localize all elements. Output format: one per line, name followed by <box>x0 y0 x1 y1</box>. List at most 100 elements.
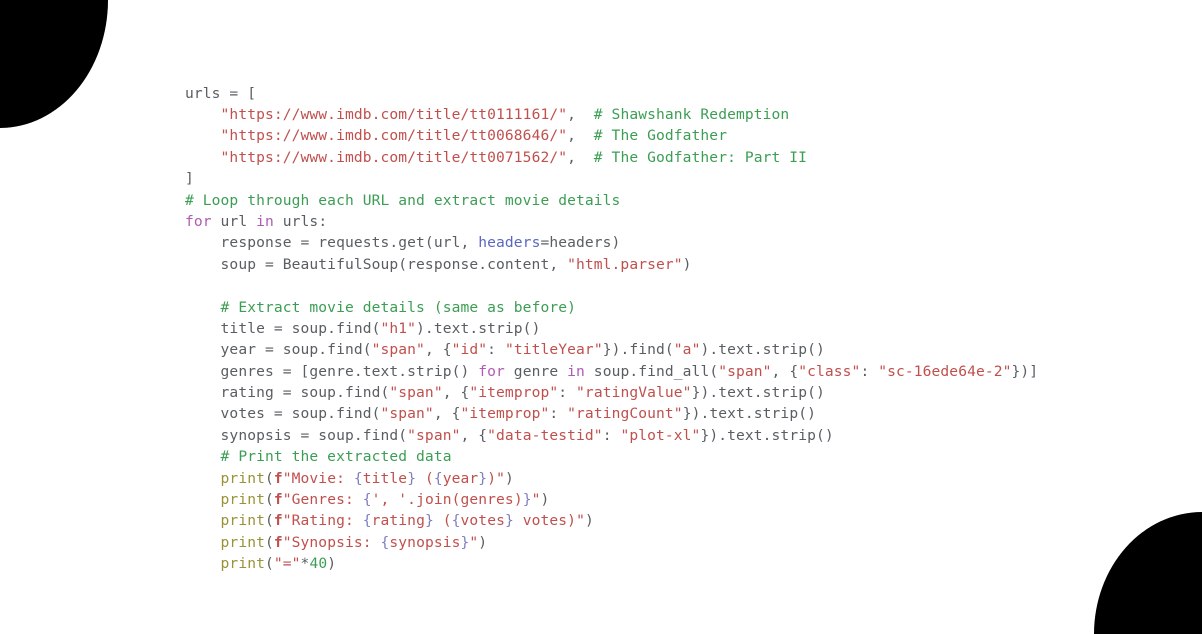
code-token-string: rating <box>371 512 425 530</box>
code-line: for url in urls: <box>185 211 1038 232</box>
code-token-brace: } <box>504 512 514 530</box>
code-token-comment: # Shawshank Redemption <box>593 105 790 123</box>
code-token-string: "titleYear" <box>504 341 603 359</box>
code-token-builtin: print <box>220 491 265 509</box>
code-token-string: "html.parser" <box>567 255 683 273</box>
code-token-plain: ) <box>584 512 594 530</box>
code-token-brace: } <box>407 469 417 487</box>
code-token-plain: })] <box>1011 362 1039 380</box>
code-line: "https://www.imdb.com/title/tt0111161/",… <box>185 104 1038 125</box>
code-token-brace: { <box>362 512 372 530</box>
code-line: urls = [ <box>185 83 1038 104</box>
code-token-string: " <box>531 491 541 509</box>
code-token-string: year <box>442 469 479 487</box>
code-token-plain: synopsis = soup.find( <box>185 426 408 444</box>
code-token-string: "sc-16ede64e-2" <box>878 362 1012 380</box>
code-token-plain: ( <box>264 469 274 487</box>
code-token-fprefix: f <box>273 469 283 487</box>
code-snippet-card: urls = [ "https://www.imdb.com/title/tt0… <box>0 0 1202 634</box>
code-token-plain: ).text.strip() <box>416 319 541 337</box>
code-token-string: "class" <box>798 362 861 380</box>
code-token-plain: =headers) <box>540 234 621 252</box>
code-token-builtin: print <box>220 469 265 487</box>
code-token-string: "span" <box>718 362 772 380</box>
code-token-string: "ratingCount" <box>567 405 683 423</box>
code-token-string: "a" <box>673 341 701 359</box>
code-token-plain: : <box>860 362 879 380</box>
code-token-string: "Rating: <box>282 512 363 530</box>
code-token-plain: }).find( <box>602 341 674 359</box>
code-token-fprefix: f <box>273 512 283 530</box>
code-token-comment: # The Godfather: Part II <box>593 148 808 166</box>
code-line: soup = BeautifulSoup(response.content, "… <box>185 254 1038 275</box>
code-token-comment: # The Godfather <box>593 127 728 145</box>
code-token-brace: } <box>478 469 488 487</box>
code-token-brace: { <box>451 512 461 530</box>
code-token-plain: , <box>567 148 594 166</box>
code-token-plain: : <box>487 341 505 359</box>
code-line: # Extract movie details (same as before) <box>185 297 1038 318</box>
code-token-plain: ] <box>185 170 194 188</box>
code-line: ] <box>185 168 1038 189</box>
code-token-string: "ratingValue" <box>576 384 692 402</box>
code-line: votes = soup.find("span", {"itemprop": "… <box>185 403 1038 424</box>
code-token-plain: : <box>602 426 621 444</box>
code-token-plain: , { <box>424 341 452 359</box>
code-token-plain: : <box>549 405 568 423</box>
code-token-plain: ) <box>540 491 550 509</box>
code-line: "https://www.imdb.com/title/tt0068646/",… <box>185 125 1038 146</box>
code-token-plain: , { <box>442 384 470 402</box>
code-token-plain: url <box>211 212 257 230</box>
code-token-builtin: print <box>220 533 265 551</box>
code-line: print(f"Movie: {title} ({year})") <box>185 468 1038 489</box>
code-token-plain: , <box>567 105 594 123</box>
code-token-plain: ( <box>264 491 274 509</box>
code-token-keyword_argument: headers <box>478 234 541 252</box>
code-line: year = soup.find("span", {"id": "titleYe… <box>185 339 1038 360</box>
code-token-string: "plot-xl" <box>620 426 701 444</box>
code-token-builtin: print <box>220 555 265 573</box>
code-token-plain: , { <box>771 362 799 380</box>
code-token-string: "span" <box>371 341 425 359</box>
code-token-brace: } <box>522 491 532 509</box>
code-token-string: "h1" <box>380 319 417 337</box>
code-token-number: 40 <box>309 555 328 573</box>
code-token-string: title <box>362 469 408 487</box>
code-line: "https://www.imdb.com/title/tt0071562/",… <box>185 147 1038 168</box>
code-token-string: "itemprop" <box>460 405 550 423</box>
code-token-plain: ) <box>682 255 692 273</box>
code-token-plain: ( <box>264 555 274 573</box>
code-line: synopsis = soup.find("span", {"data-test… <box>185 425 1038 446</box>
code-token-plain: , <box>567 127 594 145</box>
code-token-string: "https://www.imdb.com/title/tt0068646/" <box>220 127 568 145</box>
code-token-comment: # Extract movie details (same as before) <box>220 298 576 316</box>
code-token-fprefix: f <box>273 533 283 551</box>
code-token-plain: , { <box>433 405 461 423</box>
code-line: print(f"Rating: {rating} ({votes} votes)… <box>185 510 1038 531</box>
code-line: print("="*40) <box>185 553 1038 574</box>
code-token-string: votes)" <box>513 512 585 530</box>
code-line: print(f"Genres: {', '.join(genres)}") <box>185 489 1038 510</box>
code-line: # Loop through each URL and extract movi… <box>185 190 1038 211</box>
code-token-string: " <box>469 533 479 551</box>
code-token-plain: year = soup.find( <box>185 341 372 359</box>
code-token-string: "Synopsis: <box>282 533 381 551</box>
code-token-plain: }).text.strip() <box>682 405 816 423</box>
code-token-string: "span" <box>380 405 434 423</box>
corner-decoration-bottom-right <box>1094 512 1202 634</box>
code-token-string: "span" <box>389 384 443 402</box>
code-token-string: "Genres: <box>282 491 363 509</box>
code-line: # Print the extracted data <box>185 446 1038 467</box>
code-token-string: )" <box>487 469 505 487</box>
code-token-fprefix: f <box>273 491 283 509</box>
code-token-plain: genres = [genre.text.strip() <box>185 362 479 380</box>
code-line: response = requests.get(url, headers=hea… <box>185 232 1038 253</box>
code-token-string: "data-testid" <box>487 426 603 444</box>
code-token-plain: ( <box>264 533 274 551</box>
